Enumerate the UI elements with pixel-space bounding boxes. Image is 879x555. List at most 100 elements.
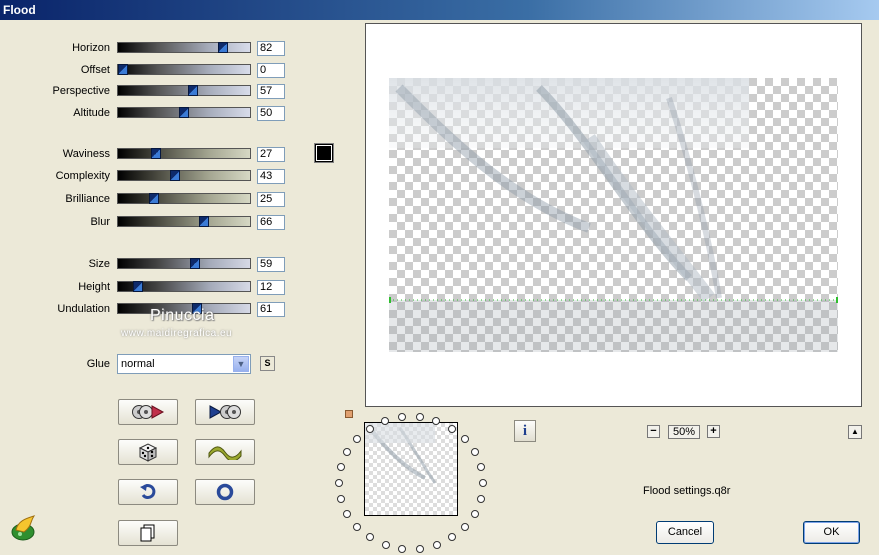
ring-dot[interactable] [343,448,352,457]
ring-dot[interactable] [447,424,456,433]
undo-button[interactable] [118,479,178,505]
wave-icon [208,446,242,460]
ring-dot[interactable] [335,479,343,488]
cancel-button[interactable]: Cancel [656,521,714,544]
ring-dot[interactable] [337,463,346,472]
zoom-level: 50% [668,425,700,439]
slider-value-waviness[interactable]: 27 [257,147,285,162]
slider-value-altitude[interactable]: 50 [257,106,285,121]
slider-thumb[interactable] [189,258,200,269]
glue-label: Glue [86,358,110,370]
slider-value-perspective[interactable]: 57 [257,84,285,99]
slider-thumb[interactable] [132,281,143,292]
ring-dot[interactable] [415,544,424,553]
slider-label-offset: Offset [80,64,110,76]
ring-dot[interactable] [337,494,346,503]
chevron-down-icon[interactable]: ▼ [233,356,249,372]
settings-filename: Flood settings.q8r [643,485,731,497]
flood-logo-icon [11,515,36,541]
navigator-thumbnail[interactable] [364,422,458,516]
slider-complexity[interactable] [117,170,251,181]
ring-dot[interactable] [381,540,390,549]
ring-dot[interactable] [398,544,407,553]
dice-icon [138,443,158,462]
slider-label-perspective: Perspective [52,85,110,97]
slider-perspective[interactable] [117,85,251,96]
ring-dot[interactable] [470,448,479,457]
slider-thumb[interactable] [179,107,189,118]
slider-waviness[interactable] [117,148,251,159]
color-swatch[interactable] [314,143,334,163]
slider-thumb[interactable] [118,64,128,75]
copy-button[interactable] [118,520,178,546]
ring-dot[interactable] [476,494,485,503]
undo-icon [140,484,156,500]
wave-button[interactable] [195,439,255,465]
zoom-in-button[interactable]: + [707,425,720,438]
ring-dot[interactable] [470,509,479,518]
ring-dot[interactable] [398,413,407,422]
slider-label-horizon: Horizon [72,42,110,54]
copy-icon [140,524,155,542]
slider-thumb[interactable] [218,42,229,53]
load-preset-button[interactable] [118,399,178,425]
ring-dot[interactable] [415,413,424,422]
ring-dot[interactable] [353,522,362,531]
ring-dot[interactable] [478,478,487,487]
load-preset-icon [132,405,165,419]
slider-brilliance[interactable] [117,193,251,204]
slider-thumb[interactable] [170,170,181,181]
slider-offset[interactable] [117,64,251,75]
watermark-url: www.maidiregrafica.eu [121,328,233,339]
save-preset-button[interactable] [195,399,255,425]
slider-label-height: Height [78,281,110,293]
ring-handle[interactable] [345,410,353,418]
slider-value-size[interactable]: 59 [257,257,285,272]
slider-thumb[interactable] [150,148,161,159]
ring-dot[interactable] [460,435,469,444]
glue-value: normal [121,358,155,370]
slider-value-brilliance[interactable]: 25 [257,192,285,207]
collapse-button[interactable]: ▲ [848,425,862,439]
slider-value-complexity[interactable]: 43 [257,169,285,184]
ok-button[interactable]: OK [803,521,860,544]
zoom-out-button[interactable]: − [647,425,660,438]
slider-size[interactable] [117,258,251,269]
glue-select[interactable]: normal ▼ [117,354,251,374]
reset-icon [216,483,234,501]
slider-horizon[interactable] [117,42,251,53]
slider-label-brilliance: Brilliance [65,193,110,205]
slider-value-height[interactable]: 12 [257,280,285,295]
slider-thumb[interactable] [198,216,209,227]
ring-dot[interactable] [476,463,485,472]
ring-dot[interactable] [447,533,456,542]
ring-dot[interactable] [460,522,469,531]
slider-thumb[interactable] [187,85,198,96]
slider-blur[interactable] [117,216,251,227]
slider-thumb[interactable] [148,193,159,204]
slider-label-size: Size [88,258,110,270]
slider-height[interactable] [117,281,251,292]
info-button[interactable]: i [514,420,536,442]
ring-dot[interactable] [366,533,375,542]
randomize-button[interactable] [118,439,178,465]
ring-dot[interactable] [353,435,362,444]
watermark-name: Pinuccia [150,307,215,324]
slider-value-horizon[interactable]: 82 [257,41,285,56]
ring-dot[interactable] [432,540,441,549]
window-title: Flood [3,3,36,17]
slider-label-altitude: Altitude [73,107,110,119]
reset-button[interactable] [195,479,255,505]
slider-altitude[interactable] [117,107,251,118]
save-preset-icon [209,405,241,419]
slider-value-offset[interactable]: 0 [257,63,285,78]
ring-dot[interactable] [366,424,375,433]
preview-panel[interactable] [365,23,862,407]
slider-label-blur: Blur [90,216,110,228]
slider-value-blur[interactable]: 66 [257,215,285,230]
glue-s-button[interactable]: S [260,356,275,371]
slider-label-complexity: Complexity [55,170,110,182]
slider-value-undulation[interactable]: 61 [257,302,285,317]
title-bar: Flood [0,0,879,20]
ring-dot[interactable] [343,509,352,518]
